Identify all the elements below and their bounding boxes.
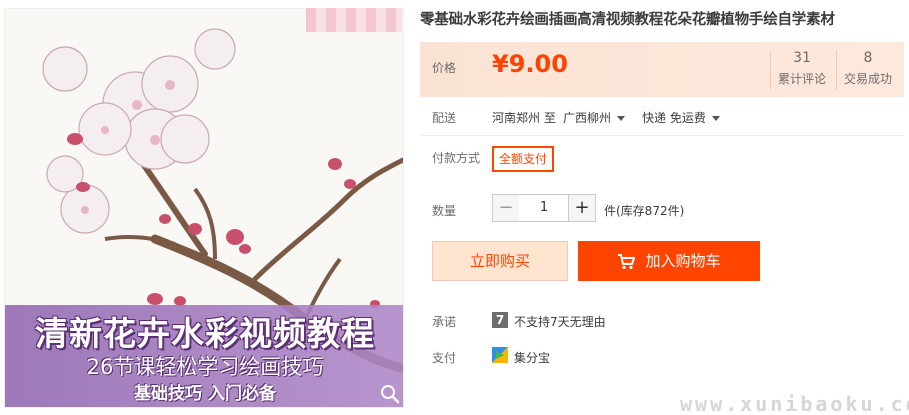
product-title: 零基础水彩花卉绘画插画高清视频教程花朵花瓣植物手绘自学素材 xyxy=(420,12,835,28)
pay-text: 集分宝 xyxy=(514,351,551,365)
shipping-destination-select[interactable]: 广西柳州 xyxy=(563,109,626,126)
reviews-label: 累计评论 xyxy=(777,72,826,86)
buy-now-button[interactable]: 立即购买 xyxy=(432,241,568,281)
quantity-increase-button[interactable]: + xyxy=(568,194,596,222)
watermark: www.xunibaoku.com xyxy=(680,392,909,415)
quantity-decrease-button[interactable]: − xyxy=(492,194,520,222)
price-label: 价格 xyxy=(432,61,457,75)
sales-stat: 8 交易成功 xyxy=(836,50,900,87)
banner-title: 清新花卉水彩视频教程 xyxy=(35,314,375,353)
add-to-cart-button[interactable]: 加入购物车 xyxy=(578,241,760,281)
promise-text: 不支持7天无理由 xyxy=(514,315,606,329)
reviews-stat[interactable]: 31 累计评论 xyxy=(770,50,834,87)
pay-label: 支付 xyxy=(432,351,457,365)
reviews-count: 31 xyxy=(793,50,811,66)
divider xyxy=(420,135,904,136)
chevron-down-icon xyxy=(711,116,720,121)
cart-icon xyxy=(618,253,636,269)
product-main-image[interactable]: 清新花卉水彩视频教程 26节课轻松学习绘画技巧 基础技巧 入门必备 xyxy=(4,8,404,408)
quantity-label: 数量 xyxy=(432,204,457,218)
sales-count: 8 xyxy=(863,50,873,66)
chevron-down-icon xyxy=(617,116,626,121)
shipping-method-select[interactable]: 快递 免运费 xyxy=(642,109,720,126)
price-value: ¥9.00 xyxy=(492,50,568,78)
shipping-destination: 广西柳州 xyxy=(563,111,612,125)
sales-label: 交易成功 xyxy=(843,72,892,86)
banner-subtitle: 26节课轻松学习绘画技巧 xyxy=(86,355,324,379)
shipping-label: 配送 xyxy=(432,111,457,125)
jifenbao-icon xyxy=(492,347,508,363)
payment-method-label: 付款方式 xyxy=(432,151,481,165)
quantity-input[interactable]: 1 xyxy=(519,194,569,222)
blurred-badge xyxy=(306,8,402,32)
zoom-icon[interactable] xyxy=(379,383,401,405)
add-to-cart-label: 加入购物车 xyxy=(645,252,721,270)
banner-tagline: 基础技巧 入门必备 xyxy=(134,384,276,404)
stock-info: 件(库存872件) xyxy=(604,204,685,218)
shipping-from: 河南郑州 至 xyxy=(492,111,556,125)
promise-label: 承诺 xyxy=(432,315,457,329)
shipping-method: 快递 免运费 xyxy=(642,111,706,125)
seven-day-return-icon: 7 xyxy=(492,312,508,328)
price-box: 价格 ¥9.00 31 累计评论 8 交易成功 xyxy=(420,42,904,97)
image-banner: 清新花卉水彩视频教程 26节课轻松学习绘画技巧 基础技巧 入门必备 xyxy=(5,305,403,407)
full-payment-option[interactable]: 全额支付 xyxy=(492,146,554,172)
